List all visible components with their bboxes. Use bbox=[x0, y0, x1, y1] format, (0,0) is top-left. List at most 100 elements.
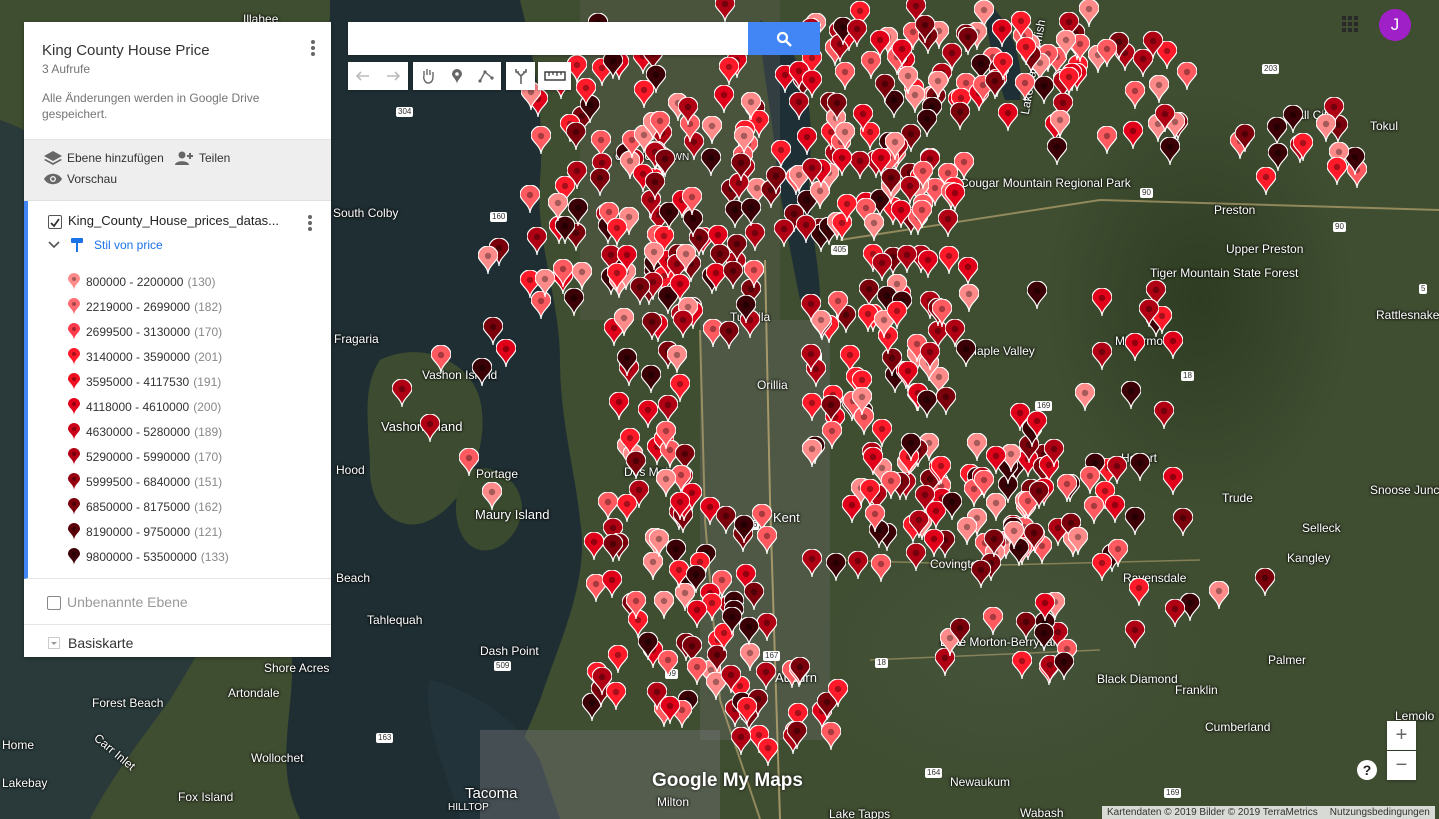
house-price-marker[interactable] bbox=[1129, 453, 1150, 482]
house-price-marker[interactable] bbox=[1105, 494, 1126, 523]
house-price-marker[interactable] bbox=[881, 168, 901, 197]
house-price-marker[interactable] bbox=[1120, 380, 1141, 409]
house-price-marker[interactable] bbox=[672, 310, 693, 339]
house-price-marker[interactable] bbox=[1096, 38, 1117, 67]
house-price-marker[interactable] bbox=[609, 392, 630, 421]
house-price-marker[interactable] bbox=[1160, 137, 1181, 166]
apps-grid-icon[interactable] bbox=[1342, 16, 1358, 32]
house-price-marker[interactable] bbox=[641, 365, 662, 394]
house-price-marker[interactable] bbox=[973, 470, 994, 499]
legend-item[interactable]: 3595000 - 4117530 (191) bbox=[68, 369, 229, 394]
preview-button[interactable]: Vorschau bbox=[44, 172, 117, 186]
terms-link[interactable]: Nutzungsbedingungen bbox=[1330, 807, 1430, 818]
house-price-marker[interactable] bbox=[801, 548, 822, 577]
house-price-marker[interactable] bbox=[1055, 30, 1076, 59]
house-price-marker[interactable] bbox=[1091, 341, 1112, 370]
house-price-marker[interactable] bbox=[849, 150, 870, 179]
house-price-marker[interactable] bbox=[654, 590, 675, 619]
draw-line-button[interactable] bbox=[472, 69, 501, 83]
house-price-marker[interactable] bbox=[744, 223, 765, 252]
house-price-marker[interactable] bbox=[1015, 37, 1036, 66]
house-price-marker[interactable] bbox=[733, 515, 754, 544]
house-price-marker[interactable] bbox=[957, 27, 978, 56]
house-price-marker[interactable] bbox=[892, 39, 913, 68]
house-price-marker[interactable] bbox=[472, 358, 493, 387]
legend-item[interactable]: 6850000 - 8175000 (162) bbox=[68, 494, 229, 519]
house-price-marker[interactable] bbox=[613, 308, 634, 337]
redo-button[interactable] bbox=[378, 71, 408, 81]
house-price-marker[interactable] bbox=[756, 526, 777, 555]
house-price-marker[interactable] bbox=[718, 321, 739, 350]
account-avatar[interactable]: J bbox=[1379, 9, 1411, 41]
house-price-marker[interactable] bbox=[1092, 288, 1113, 317]
legend-item[interactable]: 8190000 - 9750000 (121) bbox=[68, 519, 229, 544]
house-price-marker[interactable] bbox=[931, 298, 952, 327]
undo-button[interactable] bbox=[348, 71, 378, 81]
house-price-marker[interactable] bbox=[583, 531, 604, 560]
house-price-marker[interactable] bbox=[1122, 121, 1143, 150]
house-price-marker[interactable] bbox=[984, 528, 1005, 557]
legend-item[interactable]: 9800000 - 53500000 (133) bbox=[68, 544, 229, 569]
house-price-marker[interactable] bbox=[743, 581, 764, 610]
house-price-marker[interactable] bbox=[1125, 620, 1146, 649]
house-price-marker[interactable] bbox=[941, 491, 962, 520]
house-price-marker[interactable] bbox=[736, 697, 757, 726]
house-price-marker[interactable] bbox=[937, 209, 958, 238]
house-price-marker[interactable] bbox=[1010, 11, 1031, 40]
house-price-marker[interactable] bbox=[648, 528, 669, 557]
house-price-marker[interactable] bbox=[1004, 520, 1025, 549]
house-price-marker[interactable] bbox=[821, 421, 842, 450]
house-price-marker[interactable] bbox=[920, 342, 941, 371]
house-price-marker[interactable] bbox=[1138, 299, 1159, 328]
house-price-marker[interactable] bbox=[757, 737, 778, 766]
house-price-marker[interactable] bbox=[686, 656, 707, 685]
house-price-marker[interactable] bbox=[864, 213, 885, 242]
house-price-marker[interactable] bbox=[800, 293, 821, 322]
house-price-marker[interactable] bbox=[740, 92, 761, 121]
house-price-marker[interactable] bbox=[713, 84, 734, 113]
house-price-marker[interactable] bbox=[1027, 410, 1048, 439]
house-price-marker[interactable] bbox=[637, 400, 658, 429]
house-price-marker[interactable] bbox=[1034, 592, 1055, 621]
house-price-marker[interactable] bbox=[986, 446, 1007, 475]
house-price-marker[interactable] bbox=[1067, 527, 1088, 556]
house-price-marker[interactable] bbox=[1049, 109, 1070, 138]
house-price-marker[interactable] bbox=[1255, 568, 1276, 597]
house-price-marker[interactable] bbox=[644, 242, 665, 271]
unnamed-layer-label[interactable]: Unbenannte Ebene bbox=[67, 594, 188, 610]
house-price-marker[interactable] bbox=[956, 516, 977, 545]
house-price-marker[interactable] bbox=[928, 70, 949, 99]
house-price-marker[interactable] bbox=[1124, 507, 1145, 536]
house-price-marker[interactable] bbox=[1074, 383, 1095, 412]
house-price-marker[interactable] bbox=[1256, 167, 1277, 196]
house-price-marker[interactable] bbox=[945, 183, 966, 212]
house-price-marker[interactable] bbox=[527, 227, 548, 256]
house-price-marker[interactable] bbox=[992, 18, 1012, 47]
house-price-marker[interactable] bbox=[520, 184, 541, 213]
house-price-marker[interactable] bbox=[911, 200, 932, 229]
house-price-marker[interactable] bbox=[719, 57, 740, 85]
house-price-marker[interactable] bbox=[827, 679, 848, 708]
house-price-marker[interactable] bbox=[800, 343, 821, 372]
house-price-marker[interactable] bbox=[874, 73, 895, 102]
house-price-marker[interactable] bbox=[865, 503, 886, 532]
house-price-marker[interactable] bbox=[1043, 439, 1064, 468]
house-price-marker[interactable] bbox=[1292, 133, 1313, 162]
house-price-marker[interactable] bbox=[1079, 0, 1100, 28]
house-price-marker[interactable] bbox=[869, 30, 890, 59]
house-price-marker[interactable] bbox=[1024, 523, 1045, 552]
house-price-marker[interactable] bbox=[1058, 67, 1079, 96]
house-price-marker[interactable] bbox=[1012, 650, 1033, 679]
house-price-marker[interactable] bbox=[766, 165, 787, 194]
house-price-marker[interactable] bbox=[901, 432, 922, 461]
house-price-marker[interactable] bbox=[1124, 332, 1145, 361]
house-price-marker[interactable] bbox=[827, 92, 848, 121]
house-price-marker[interactable] bbox=[700, 147, 721, 176]
basemap-section[interactable]: Basiskarte bbox=[24, 625, 331, 658]
house-price-marker[interactable] bbox=[871, 553, 892, 582]
chevron-down-icon[interactable] bbox=[48, 241, 60, 249]
house-price-marker[interactable] bbox=[863, 447, 884, 476]
zoom-out-button[interactable]: − bbox=[1387, 751, 1416, 780]
house-price-marker[interactable] bbox=[730, 153, 751, 182]
directions-button[interactable] bbox=[506, 62, 535, 90]
